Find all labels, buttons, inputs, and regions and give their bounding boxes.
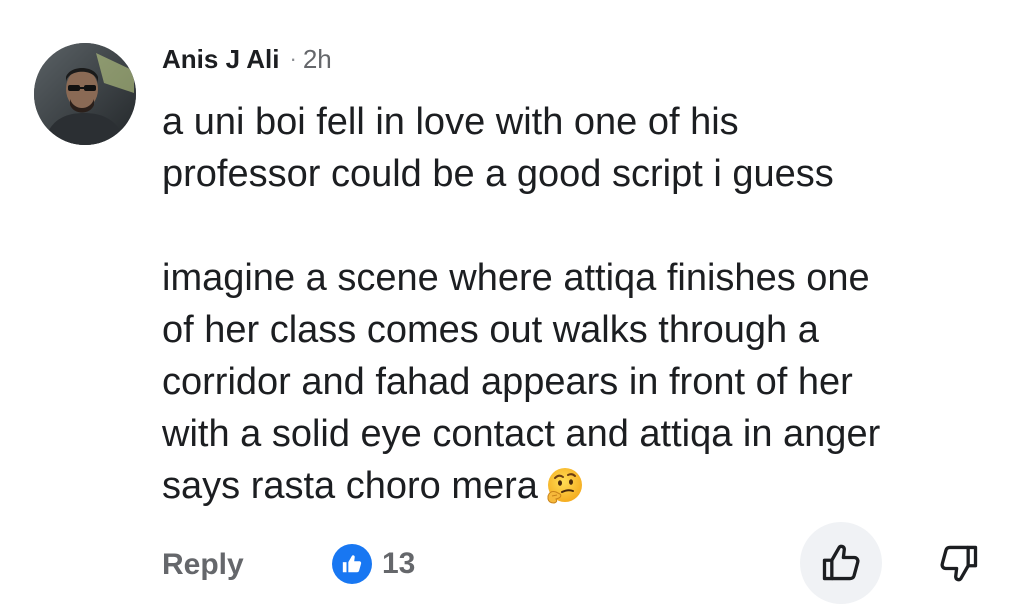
avatar-photo [34,43,136,145]
comment-line: imagine a scene where attiqa finishes on… [162,257,870,299]
comment-paragraph: imagine a scene where attiqa finishes on… [162,252,1002,520]
comment-line-text: says rasta choro mera [162,465,538,507]
comment-line: a uni boi fell in love with one of his [162,101,739,143]
comment-header: Anis J Ali · 2h [162,42,332,76]
comment-text: a uni boi fell in love with one of his p… [162,96,1002,520]
thinking-face-emoji-icon [544,466,584,520]
header-separator: · [289,46,297,71]
author-name[interactable]: Anis J Ali [162,44,280,75]
comment-paragraph: a uni boi fell in love with one of his p… [162,96,1002,200]
comment-line: with a solid eye contact and attiqa in a… [162,413,881,455]
like-button[interactable] [800,522,882,604]
comment-actions: Reply 13 [0,522,1024,604]
thumbs-up-outline-icon [822,544,860,581]
thumbs-down-outline-icon [940,545,978,582]
comment-timestamp[interactable]: 2h [303,44,332,75]
reply-button[interactable]: Reply [162,548,244,582]
avatar[interactable] [34,43,136,145]
reaction-summary[interactable]: 13 [332,544,415,584]
comment-line: of her class comes out walks through a [162,309,819,351]
comment-line: professor could be a good script i guess [162,153,834,195]
comment-line: corridor and fahad appears in front of h… [162,361,853,403]
reaction-count: 13 [382,547,416,580]
comment-line-last: says rasta choro mera [162,460,1002,520]
dislike-button[interactable] [918,522,1000,604]
like-reaction-icon [332,544,372,584]
